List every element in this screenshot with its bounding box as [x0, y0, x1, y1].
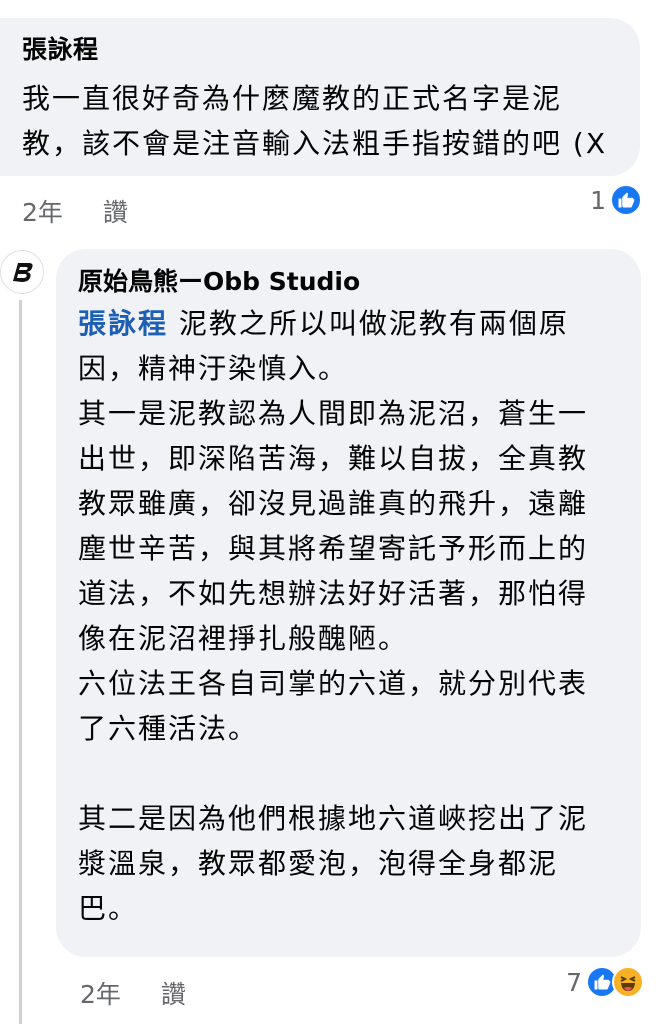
comment-text: 我一直很好奇為什麼魔教的正式名字是泥 教，該不會是注音輸入法粗手指按錯的吧 (X	[22, 82, 608, 160]
avatar[interactable]	[0, 250, 44, 294]
reply-reactions[interactable]: 7	[566, 966, 644, 998]
studio-logo-icon	[13, 263, 33, 282]
comment-reactions[interactable]: 1	[590, 184, 642, 216]
comment-thread: 張詠程 我一直很好奇為什麼魔教的正式名字是泥 教，該不會是注音輸入法粗手指按錯的…	[0, 0, 664, 1024]
comment-author[interactable]: 張詠程	[22, 34, 618, 66]
comment-bubble: 張詠程 我一直很好奇為什麼魔教的正式名字是泥 教，該不會是注音輸入法粗手指按錯的…	[0, 18, 640, 176]
reply-meta: 2年 讚	[80, 975, 186, 1011]
comment-meta: 2年 讚	[22, 193, 128, 229]
comment-time[interactable]: 2年	[22, 193, 63, 229]
reply-text: 張詠程 泥教之所以叫做泥教有兩個原 因，精神汙染慎入。 其一是泥教認為人間即為泥…	[78, 301, 619, 931]
like-icon	[610, 184, 642, 216]
reply-time[interactable]: 2年	[80, 975, 121, 1011]
reply-like-button[interactable]: 讚	[161, 975, 186, 1011]
reply-bubble: 原始鳥熊ーObb Studio 張詠程 泥教之所以叫做泥教有兩個原 因，精神汙染…	[56, 249, 641, 957]
haha-icon	[612, 966, 644, 998]
reply-author[interactable]: 原始鳥熊ーObb Studio	[78, 265, 619, 299]
reaction-count: 1	[590, 185, 606, 215]
comment-like-button[interactable]: 讚	[103, 193, 128, 229]
mention-link[interactable]: 張詠程	[78, 307, 168, 340]
thread-line	[19, 300, 22, 1024]
reply-body: 泥教之所以叫做泥教有兩個原 因，精神汙染慎入。 其一是泥教認為人間即為泥沼，蒼生…	[78, 307, 589, 925]
reaction-count: 7	[566, 967, 582, 997]
